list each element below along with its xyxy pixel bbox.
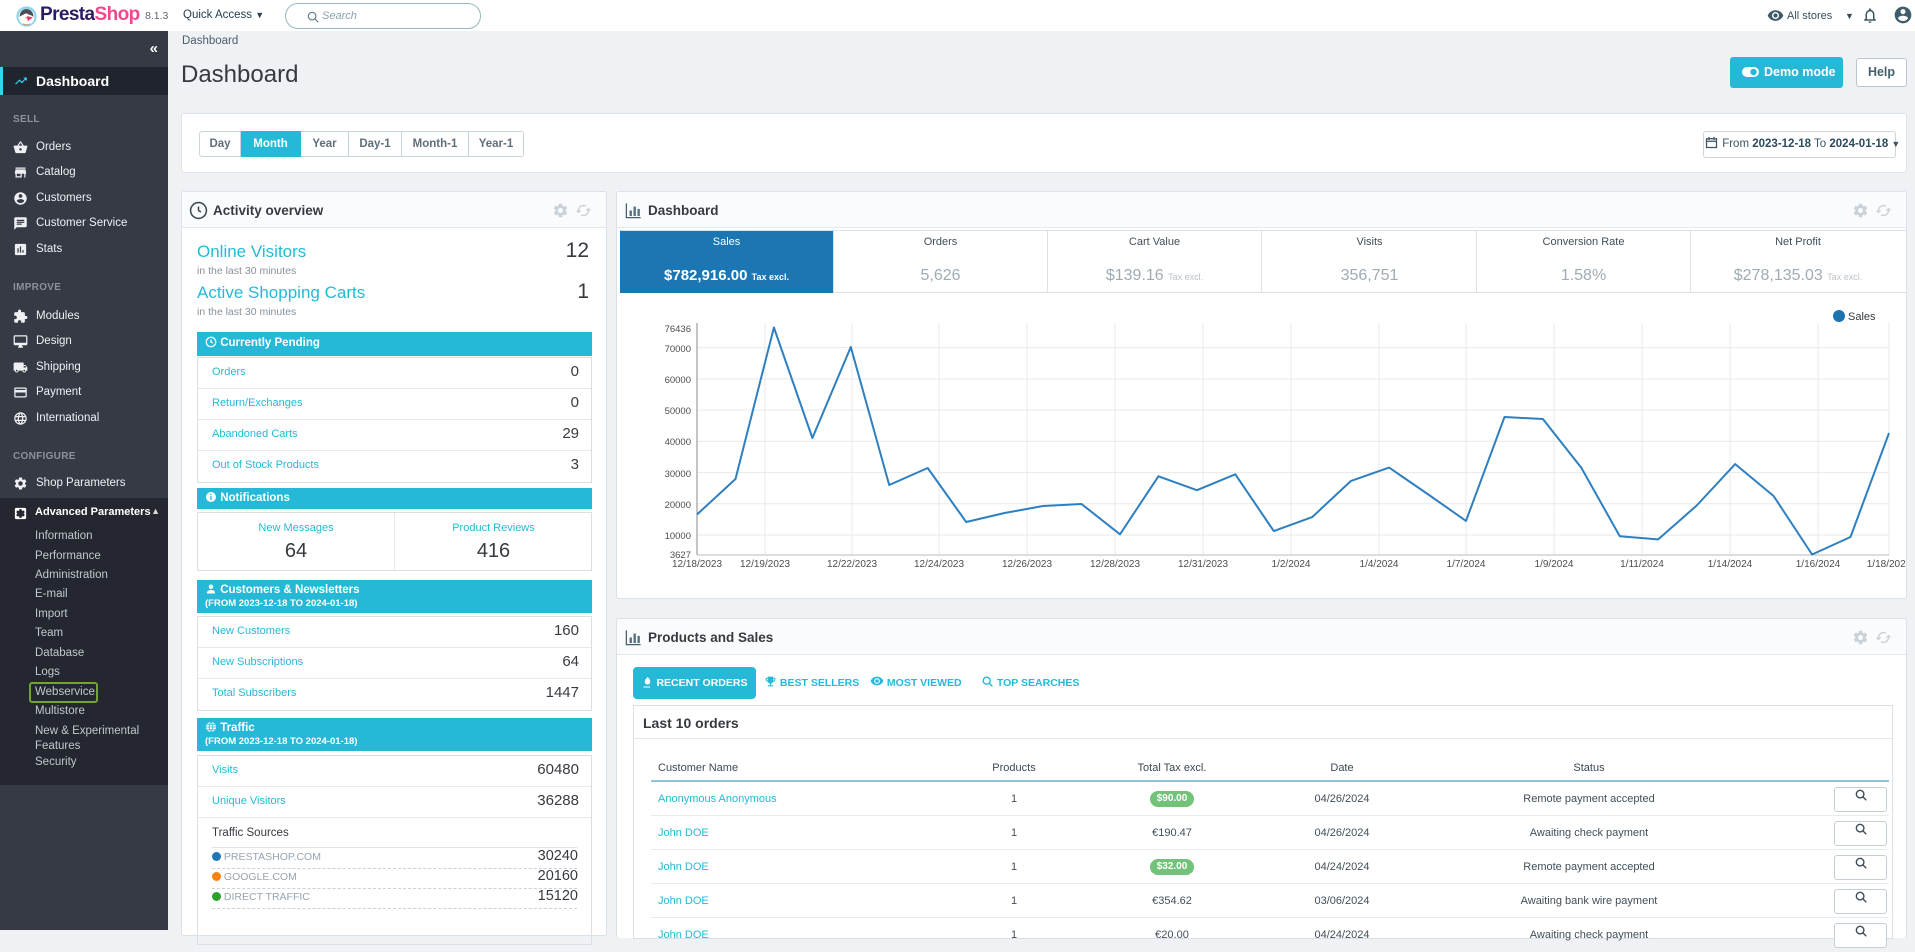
svg-text:12/28/2023: 12/28/2023 (1090, 559, 1140, 570)
svg-text:1/14/2024: 1/14/2024 (1708, 559, 1753, 570)
svg-text:1/4/2024: 1/4/2024 (1360, 559, 1399, 570)
svg-text:1/9/2024: 1/9/2024 (1535, 559, 1574, 570)
svg-text:10000: 10000 (665, 531, 691, 542)
svg-text:20000: 20000 (665, 500, 691, 511)
svg-text:50000: 50000 (665, 406, 691, 417)
svg-text:12/19/2023: 12/19/2023 (740, 559, 790, 570)
svg-text:30000: 30000 (665, 469, 691, 480)
svg-text:1/18/2024: 1/18/2024 (1867, 559, 1906, 570)
svg-text:12/24/2023: 12/24/2023 (914, 559, 964, 570)
svg-text:12/22/2023: 12/22/2023 (827, 559, 877, 570)
svg-text:12/31/2023: 12/31/2023 (1178, 559, 1228, 570)
svg-text:1/16/2024: 1/16/2024 (1796, 559, 1841, 570)
svg-text:Sales: Sales (1848, 311, 1876, 323)
svg-text:70000: 70000 (665, 344, 691, 355)
svg-text:1/7/2024: 1/7/2024 (1447, 559, 1486, 570)
svg-text:76436: 76436 (665, 324, 691, 335)
svg-text:1/2/2024: 1/2/2024 (1272, 559, 1311, 570)
svg-text:1/11/2024: 1/11/2024 (1620, 559, 1664, 570)
svg-text:12/26/2023: 12/26/2023 (1002, 559, 1052, 570)
svg-text:40000: 40000 (665, 437, 691, 448)
svg-text:60000: 60000 (665, 375, 691, 386)
svg-text:12/18/2023: 12/18/2023 (672, 559, 722, 570)
